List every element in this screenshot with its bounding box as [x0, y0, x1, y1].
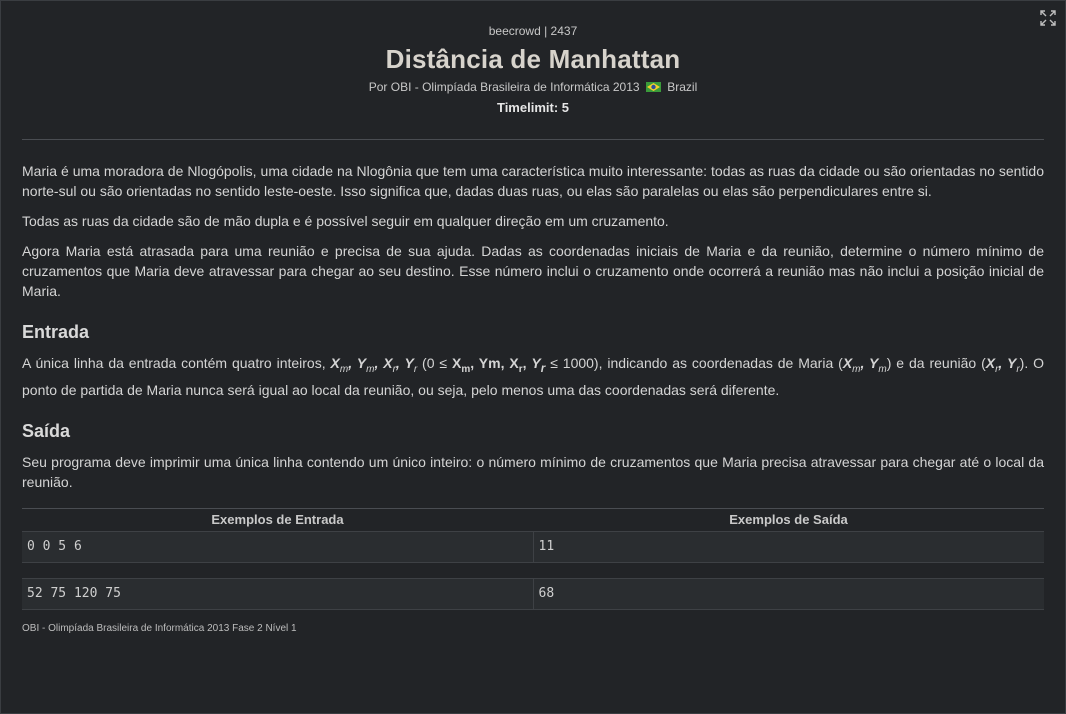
description-paragraph: Agora Maria está atrasada para uma reuni…	[22, 243, 1044, 299]
author-text: Por OBI - Olimpíada Brasileira de Inform…	[368, 80, 640, 94]
example-output[interactable]: 68	[532, 578, 1045, 609]
examples-output-header: Exemplos de Saída	[729, 511, 848, 527]
timelimit: Timelimit: 5	[496, 100, 569, 115]
problem-body: Maria é uma moradora de Nlogópolis, uma …	[22, 161, 1044, 636]
problem-title: Distância de Manhattan	[385, 44, 681, 74]
problem-panel: beecrowd | 2437 Distância de Manhattan P…	[0, 0, 1066, 714]
examples-table: Exemplos de Entrada Exemplos de Saída 0 …	[22, 507, 1045, 610]
problem-footer: OBI - Olimpíada Brasileira de Informátic…	[22, 622, 297, 634]
math-maria: Xm, Ym	[842, 355, 887, 375]
examples-header: Exemplos de Entrada Exemplos de Saída	[22, 507, 1044, 531]
problem-author: Por OBI - Olimpíada Brasileira de Inform…	[21, 79, 1045, 95]
description-paragraph: Maria é uma moradora de Nlogópolis, uma …	[22, 163, 1044, 199]
math-meeting: Xr, Yr	[985, 355, 1020, 375]
problem-header: beecrowd | 2437 Distância de Manhattan P…	[21, 23, 1045, 116]
examples-input-header: Exemplos de Entrada	[211, 511, 344, 527]
input-text: (0 ≤	[417, 355, 452, 371]
description-paragraph: Todas as ruas da cidade são de mão dupla…	[22, 213, 669, 229]
example-input[interactable]: 0 0 5 6	[22, 532, 533, 562]
input-text: ≤ 1000), indicando as coordenadas de Mar…	[545, 355, 843, 371]
input-heading: Entrada	[22, 322, 90, 342]
math-xm: Xm, Ym, Xr, Yr	[330, 355, 418, 375]
example-row: 52 75 120 75 68	[22, 577, 1045, 610]
problem-source: beecrowd | 2437	[488, 24, 578, 38]
input-description: A única linha da entrada contém quatro i…	[22, 353, 1044, 400]
example-output[interactable]: 11	[532, 531, 1045, 562]
output-description: Seu programa deve imprimir uma única lin…	[22, 453, 1044, 490]
country-name: Brazil	[667, 80, 698, 94]
math-range: Xm, Ym, Xr, Yr	[452, 355, 546, 375]
input-text: ) e da reunião (	[886, 355, 986, 371]
header-divider	[22, 139, 1044, 140]
output-heading: Saída	[22, 420, 71, 441]
example-row: 0 0 5 6 11	[22, 530, 1045, 563]
brazil-flag-icon	[645, 82, 661, 92]
example-input[interactable]: 52 75 120 75	[22, 579, 533, 609]
input-text: A única linha da entrada contém quatro i…	[22, 355, 331, 371]
